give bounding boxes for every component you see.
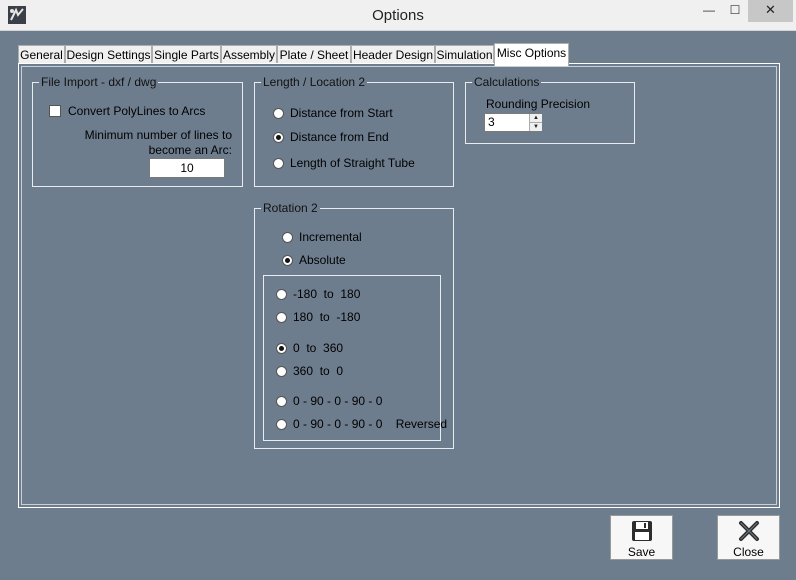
rotation-group: Rotation 2 Incremental Absolute -180 to … (254, 201, 454, 449)
radio-incremental[interactable]: Incremental (282, 230, 362, 244)
title-bar: Options — ☐ ✕ (0, 0, 796, 31)
radio-label: 360 to 0 (293, 364, 344, 378)
rounding-precision-spinner[interactable]: ▲ ▼ (484, 113, 542, 132)
length-location-group: Length / Location 2 Distance from Start … (254, 75, 454, 187)
save-button[interactable]: Save (610, 515, 673, 560)
tab-panel: File Import - dxf / dwg Convert PolyLine… (18, 63, 780, 508)
calculations-title: Calculations (472, 75, 542, 89)
radio-circle-selected[interactable] (273, 131, 284, 143)
window-close-button[interactable]: ✕ (748, 0, 793, 22)
tab-single-parts[interactable]: Single Parts (152, 45, 221, 64)
tab-plate-sheet[interactable]: Plate / Sheet (277, 45, 351, 64)
convert-polylines-checkbox[interactable]: Convert PolyLines to Arcs (49, 104, 205, 118)
tab-misc-options[interactable]: Misc Options (494, 43, 569, 66)
radio-circle-selected[interactable] (282, 254, 293, 266)
min-lines-label-line1: Minimum number of lines to (84, 128, 232, 142)
rounding-precision-label: Rounding Precision (486, 97, 591, 111)
radio-circle[interactable] (282, 231, 293, 243)
rotation-title: Rotation 2 (261, 201, 320, 215)
radio-label: 0 - 90 - 0 - 90 - 0 (293, 394, 383, 408)
tab-header-design[interactable]: Header Design (351, 45, 435, 64)
radio-label: Distance from Start (290, 106, 393, 120)
radio-absolute[interactable]: Absolute (282, 253, 346, 267)
radio-label: Incremental (299, 230, 362, 244)
rotation-range-group: -180 to 180 180 to -180 0 to 360 360 to … (263, 275, 447, 441)
radio-distance-from-end[interactable]: Distance from End (273, 130, 389, 144)
spin-up-icon[interactable]: ▲ (529, 114, 542, 123)
calculations-group: Calculations Rounding Precision ▲ ▼ (465, 75, 635, 144)
radio-circle-selected[interactable] (276, 342, 287, 354)
radio-circle[interactable] (276, 365, 287, 377)
file-import-title: File Import - dxf / dwg (39, 75, 159, 89)
radio-length-straight-tube[interactable]: Length of Straight Tube (273, 156, 415, 170)
radio-range-180-neg180[interactable]: 180 to -180 (276, 310, 360, 324)
close-button[interactable]: Close (717, 515, 780, 560)
radio-label: 180 to -180 (293, 310, 361, 324)
min-lines-label-line2: become an Arc: (148, 143, 232, 157)
radio-circle[interactable] (273, 157, 284, 169)
tab-design-settings[interactable]: Design Settings (65, 45, 152, 64)
radio-range-neg180-180[interactable]: -180 to 180 (276, 287, 360, 301)
radio-circle[interactable] (276, 418, 287, 430)
radio-label: 0 to 360 (293, 341, 344, 355)
radio-circle[interactable] (276, 395, 287, 407)
radio-label: Distance from End (290, 130, 389, 144)
radio-range-360-0[interactable]: 360 to 0 (276, 364, 343, 378)
save-button-label: Save (627, 545, 656, 559)
window-title: Options (372, 7, 424, 24)
tab-simulation[interactable]: Simulation (435, 45, 494, 64)
file-import-group: File Import - dxf / dwg Convert PolyLine… (32, 75, 243, 187)
radio-range-0-90-pattern[interactable]: 0 - 90 - 0 - 90 - 0 (276, 394, 382, 408)
min-lines-input[interactable] (149, 158, 225, 178)
rounding-precision-input[interactable] (485, 114, 533, 130)
spin-down-icon[interactable]: ▼ (529, 123, 542, 131)
tab-general[interactable]: General (18, 45, 65, 64)
min-lines-label: Minimum number of lines to become an Arc… (42, 128, 232, 158)
tab-assembly[interactable]: Assembly (221, 45, 277, 64)
maximize-button[interactable]: ☐ (722, 0, 748, 22)
radio-circle[interactable] (276, 311, 287, 323)
radio-distance-from-start[interactable]: Distance from Start (273, 106, 393, 120)
radio-range-0-90-reversed[interactable]: 0 - 90 - 0 - 90 - 0 Reversed (276, 417, 447, 431)
radio-label: Length of Straight Tube (290, 156, 415, 170)
close-icon (739, 521, 759, 541)
close-button-label: Close (733, 545, 764, 559)
minimize-button[interactable]: — (696, 0, 722, 22)
radio-label: Absolute (299, 253, 346, 267)
radio-range-0-360[interactable]: 0 to 360 (276, 341, 343, 355)
radio-label: 0 - 90 - 0 - 90 - 0 Reversed (293, 417, 448, 431)
radio-circle[interactable] (273, 107, 284, 119)
save-icon (632, 521, 652, 541)
checkbox-box[interactable] (49, 105, 61, 117)
radio-circle[interactable] (276, 288, 287, 300)
radio-label: -180 to 180 (293, 287, 361, 301)
length-location-title: Length / Location 2 (261, 75, 368, 89)
convert-polylines-label: Convert PolyLines to Arcs (68, 104, 206, 118)
